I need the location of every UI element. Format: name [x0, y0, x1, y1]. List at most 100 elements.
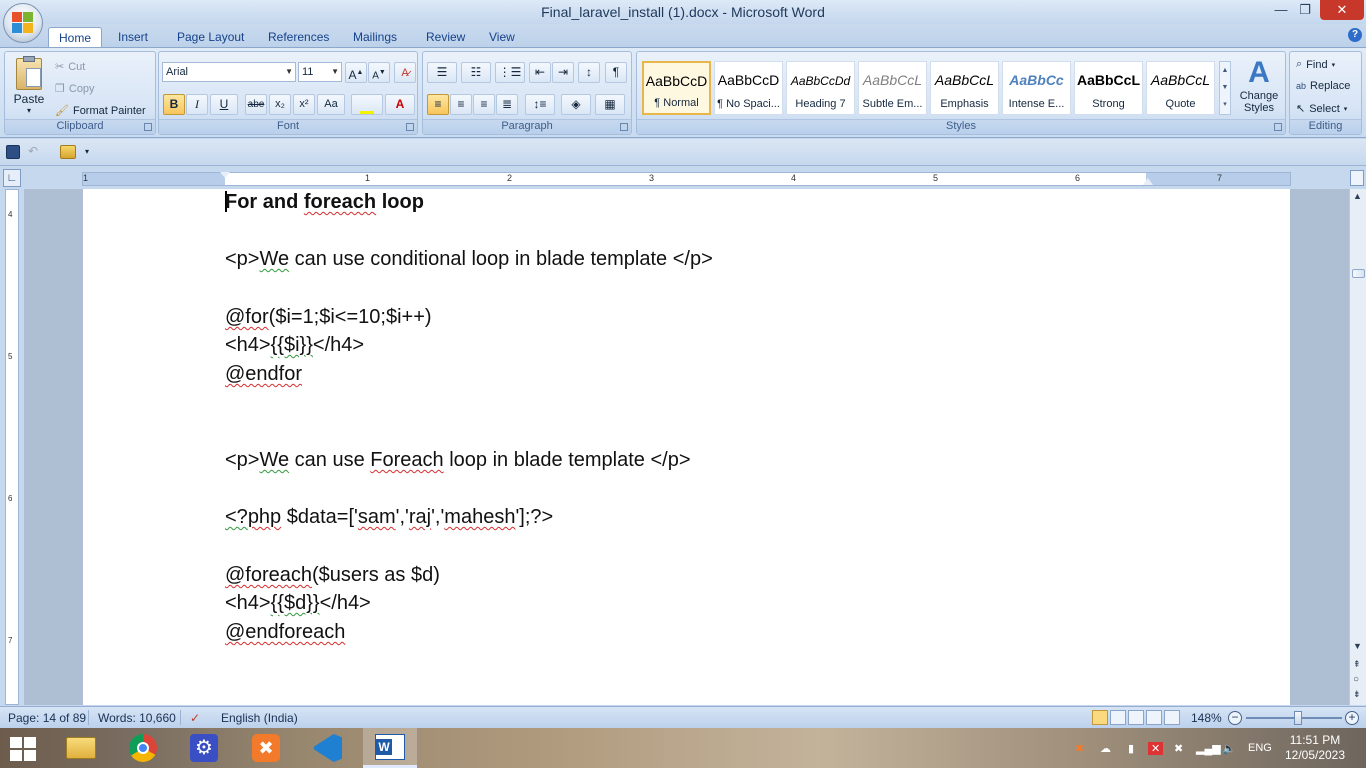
next-page-icon[interactable]: ⇟ — [1353, 689, 1361, 700]
proofing-icon[interactable]: ✓ — [190, 711, 200, 725]
subscript-button[interactable]: x₂ — [269, 94, 291, 115]
styles-launcher-icon[interactable] — [1274, 123, 1282, 131]
multilevel-list-button[interactable]: ⋮☰ — [495, 62, 525, 83]
vscode-icon[interactable] — [301, 728, 355, 768]
doc-line[interactable]: @for($i=1;$i<=10;$i++) — [225, 306, 432, 329]
format-painter-button[interactable]: 🖌 Format Painter — [55, 104, 146, 118]
scroll-down-icon[interactable]: ▼ — [1353, 641, 1362, 651]
customize-qat-icon[interactable]: ▾ — [85, 145, 99, 159]
style-emphasis[interactable]: AaBbCcL Emphasis — [930, 61, 999, 115]
align-left-button[interactable]: ≡ — [427, 94, 449, 115]
browse-object-icon[interactable]: ○ — [1353, 674, 1359, 685]
style-strong[interactable]: AaBbCcL Strong — [1074, 61, 1143, 115]
first-line-indent-marker[interactable] — [220, 172, 230, 178]
strikethrough-button[interactable]: abe — [245, 94, 267, 115]
tab-references[interactable]: References — [258, 27, 339, 48]
doc-line[interactable]: <p>We can use conditional loop in blade … — [225, 248, 713, 271]
font-launcher-icon[interactable] — [406, 123, 414, 131]
styles-scroll[interactable]: ▲ ▼ ▾ — [1219, 61, 1231, 115]
wifi-icon[interactable]: ▂▄▆ — [1196, 742, 1221, 755]
weather-tray-icon[interactable]: ☁ — [1100, 742, 1111, 755]
align-center-button[interactable]: ≡ — [450, 94, 472, 115]
save-icon[interactable] — [6, 145, 20, 159]
zoom-out-icon[interactable]: − — [1228, 711, 1242, 725]
superscript-button[interactable]: x² — [293, 94, 315, 115]
paragraph-launcher-icon[interactable] — [620, 123, 628, 131]
font-size-combo[interactable]: 11 ▼ — [298, 62, 342, 82]
show-marks-button[interactable]: ¶ — [605, 62, 627, 83]
doc-line[interactable]: @endfor — [225, 363, 302, 386]
outline-view-icon[interactable] — [1146, 710, 1162, 725]
doc-heading[interactable]: For and foreach loop — [225, 191, 424, 214]
windows-start-icon[interactable] — [10, 737, 36, 761]
underline-button[interactable]: U — [210, 94, 238, 115]
horizontal-ruler[interactable]: 1 1 2 3 4 5 6 7 — [82, 172, 1291, 186]
battery-icon[interactable]: ▮ — [1128, 742, 1134, 755]
shading-button[interactable]: ◈ — [561, 94, 591, 115]
tab-insert[interactable]: Insert — [108, 27, 158, 48]
select-button[interactable]: ↖ Select ▾ — [1296, 102, 1347, 116]
zoom-in-icon[interactable]: + — [1345, 711, 1359, 725]
language-tray[interactable]: ENG — [1248, 742, 1272, 754]
document-area[interactable]: For and foreach loop <p>We can use condi… — [24, 189, 1349, 705]
justify-button[interactable]: ≣ — [496, 94, 518, 115]
tab-home[interactable]: Home — [48, 27, 103, 48]
vertical-scrollbar[interactable]: ▲ ▼ ⇞ ○ ⇟ — [1349, 189, 1366, 705]
maximize-button[interactable]: ❐ — [1292, 0, 1318, 20]
italic-button[interactable]: I — [186, 94, 208, 115]
zoom-slider-knob[interactable] — [1294, 711, 1302, 725]
shrink-font-button[interactable]: A▼ — [368, 62, 390, 83]
scroll-thumb[interactable] — [1352, 269, 1365, 278]
antivirus-tray-icon[interactable]: ✕ — [1148, 742, 1164, 755]
find-button[interactable]: ⌕ Find ▾ — [1296, 58, 1335, 71]
network-alert-icon[interactable]: ✖ — [1174, 742, 1183, 755]
style-quote[interactable]: AaBbCcL Quote — [1146, 61, 1215, 115]
right-indent-marker[interactable] — [1143, 178, 1153, 185]
scroll-up-icon[interactable]: ▲ — [1353, 191, 1362, 201]
bullets-button[interactable]: ☰ — [427, 62, 457, 83]
style-no-spacing[interactable]: AaBbCcD ¶ No Spaci... — [714, 61, 783, 115]
clear-formatting-button[interactable]: A̷ — [394, 62, 416, 83]
previous-page-icon[interactable]: ⇞ — [1353, 659, 1361, 670]
doc-line[interactable]: <p>We can use Foreach loop in blade temp… — [225, 449, 691, 472]
tab-mailings[interactable]: Mailings — [343, 27, 407, 48]
paste-button[interactable]: Paste ▾ — [9, 56, 49, 118]
cut-button[interactable]: ✂ Cut — [55, 60, 85, 74]
file-explorer-icon[interactable] — [54, 728, 108, 768]
undo-icon[interactable]: ↶ — [28, 145, 42, 159]
style-heading-7[interactable]: AaBbCcDd Heading 7 — [786, 61, 855, 115]
draft-view-icon[interactable] — [1164, 710, 1180, 725]
clock[interactable]: 11:51 PM 12/05/2023 — [1280, 733, 1350, 763]
decrease-indent-button[interactable]: ⇤ — [529, 62, 551, 83]
replace-button[interactable]: ab Replace — [1296, 80, 1350, 92]
clipboard-launcher-icon[interactable] — [144, 123, 152, 131]
full-screen-reading-view-icon[interactable] — [1110, 710, 1126, 725]
doc-line[interactable]: @endforeach — [225, 621, 345, 644]
copy-button[interactable]: ❐ Copy — [55, 82, 95, 96]
document-page[interactable]: For and foreach loop <p>We can use condi… — [83, 189, 1290, 705]
change-case-button[interactable]: Aa — [317, 94, 345, 115]
tab-review[interactable]: Review — [416, 27, 475, 48]
help-icon[interactable]: ? — [1348, 28, 1362, 42]
line-spacing-button[interactable]: ↕≡ — [525, 94, 555, 115]
zoom-level[interactable]: 148% — [1191, 711, 1222, 725]
tab-view[interactable]: View — [479, 27, 525, 48]
xampp-tray-icon[interactable]: ✖ — [1075, 742, 1084, 755]
font-color-button[interactable]: A — [385, 94, 415, 115]
align-right-button[interactable]: ≡ — [473, 94, 495, 115]
tab-page-layout[interactable]: Page Layout — [167, 27, 254, 48]
doc-line[interactable]: <?php $data=['sam','raj','mahesh'];?> — [225, 506, 553, 529]
bold-button[interactable]: B — [163, 94, 185, 115]
office-button[interactable] — [3, 3, 43, 43]
numbering-button[interactable]: ☷ — [461, 62, 491, 83]
close-button[interactable]: ✕ — [1320, 0, 1364, 20]
doc-line[interactable]: @foreach($users as $d) — [225, 564, 440, 587]
chrome-icon[interactable] — [116, 728, 170, 768]
style-normal[interactable]: AaBbCcD ¶ Normal — [642, 61, 711, 115]
highlight-button[interactable] — [351, 94, 383, 115]
sort-button[interactable]: ↕ — [578, 62, 600, 83]
settings-gear-icon[interactable]: ⚙ — [177, 728, 231, 768]
grow-font-button[interactable]: A▲ — [345, 62, 367, 83]
xampp-icon[interactable]: ✖ — [239, 728, 293, 768]
tab-selector-button[interactable]: ∟ — [3, 169, 21, 187]
